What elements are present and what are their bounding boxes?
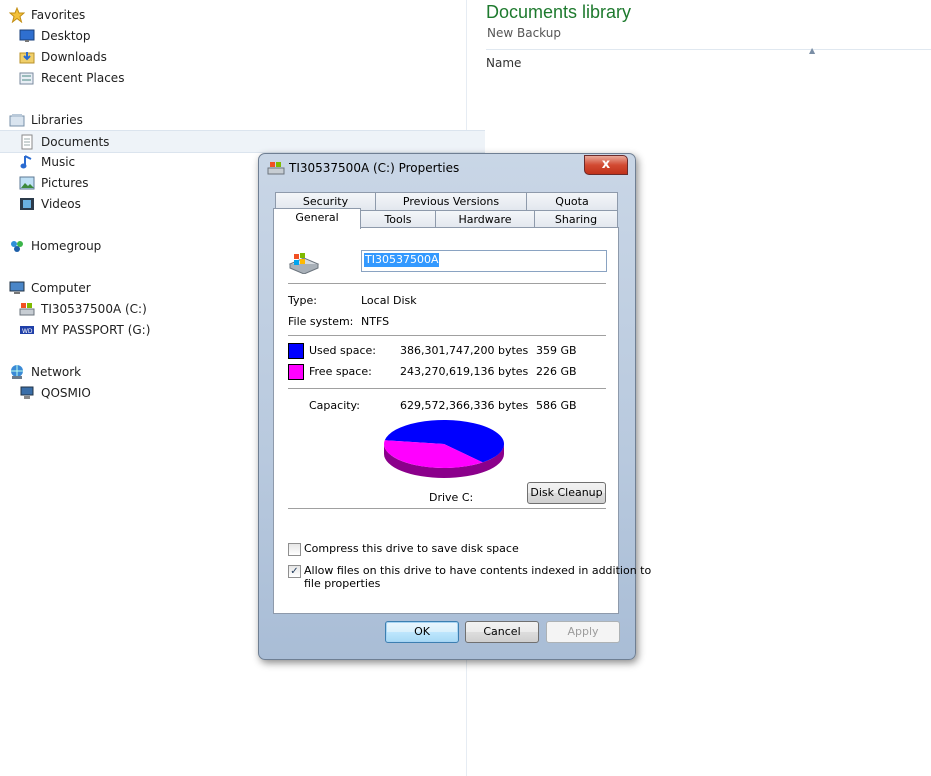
used-space-label: Used space: bbox=[309, 344, 377, 357]
file-system-value: NTFS bbox=[361, 315, 390, 328]
disk-cleanup-button[interactable]: Disk Cleanup bbox=[527, 482, 606, 504]
ok-button[interactable]: OK bbox=[385, 621, 459, 643]
divider bbox=[288, 283, 606, 284]
dialog-title: TI30537500A (C:) Properties bbox=[289, 161, 460, 175]
nav-favorites[interactable]: Favorites bbox=[0, 4, 475, 25]
libraries-icon bbox=[9, 113, 25, 126]
nav-downloads-label: Downloads bbox=[41, 49, 107, 64]
capacity-bytes: 629,572,366,336 bytes bbox=[400, 399, 529, 412]
nav-homegroup-label: Homegroup bbox=[31, 238, 102, 253]
nav-drive-g-label: MY PASSPORT (G:) bbox=[41, 322, 151, 337]
type-value: Local Disk bbox=[361, 294, 417, 307]
nav-desktop[interactable]: Desktop bbox=[0, 25, 485, 46]
videos-icon bbox=[20, 197, 34, 210]
homegroup-icon bbox=[11, 240, 23, 252]
column-header-name[interactable]: Name bbox=[486, 56, 521, 70]
used-space-swatch bbox=[288, 343, 304, 359]
drive-name-value: TI30537500A bbox=[364, 253, 440, 267]
nav-documents-label: Documents bbox=[41, 134, 110, 149]
nav-music-label: Music bbox=[41, 154, 76, 169]
tab-general[interactable]: General bbox=[273, 208, 361, 229]
nav-videos-label: Videos bbox=[41, 196, 81, 211]
computer-icon bbox=[9, 281, 25, 294]
drive-icon bbox=[267, 162, 285, 175]
nav-qosmio-label: QOSMIO bbox=[41, 385, 91, 400]
index-checkbox[interactable]: ✓ bbox=[288, 565, 301, 578]
nav-pictures-label: Pictures bbox=[41, 175, 89, 190]
divider bbox=[288, 335, 606, 336]
disk-usage-pie-chart bbox=[384, 419, 505, 478]
nav-downloads[interactable]: Downloads bbox=[0, 46, 485, 67]
free-space-gb: 226 GB bbox=[536, 365, 577, 378]
library-title: Documents library bbox=[486, 2, 632, 22]
star-icon bbox=[9, 6, 25, 23]
nav-favorites-label: Favorites bbox=[31, 7, 86, 22]
downloads-folder-icon bbox=[19, 51, 35, 63]
network-icon bbox=[11, 364, 23, 379]
nav-libraries-label: Libraries bbox=[31, 112, 83, 127]
svg-text:WD: WD bbox=[22, 328, 33, 335]
nav-recent-places[interactable]: Recent Places bbox=[0, 67, 485, 88]
index-label-line1: Allow files on this drive to have conten… bbox=[304, 564, 652, 577]
drive-icon bbox=[19, 302, 35, 315]
music-icon bbox=[20, 154, 32, 168]
documents-icon bbox=[21, 134, 33, 149]
divider bbox=[288, 388, 606, 389]
close-button[interactable]: x bbox=[584, 155, 628, 175]
nav-computer-label: Computer bbox=[31, 280, 91, 295]
desktop-icon bbox=[19, 29, 35, 42]
drive-icon bbox=[288, 253, 320, 274]
compress-checkbox[interactable] bbox=[288, 543, 301, 556]
free-space-label: Free space: bbox=[309, 365, 372, 378]
pictures-icon bbox=[19, 176, 35, 189]
external-drive-icon: WD bbox=[20, 325, 34, 335]
nav-documents[interactable]: Documents bbox=[0, 130, 485, 153]
properties-dialog: TI30537500A (C:) Properties x Security P… bbox=[258, 153, 651, 660]
tab-sharing[interactable]: Sharing bbox=[534, 210, 618, 228]
header-divider bbox=[486, 49, 931, 50]
free-space-swatch bbox=[288, 364, 304, 380]
nav-network-label: Network bbox=[31, 364, 82, 379]
divider bbox=[288, 508, 606, 509]
used-space-bytes: 386,301,747,200 bytes bbox=[400, 344, 529, 357]
capacity-label: Capacity: bbox=[309, 399, 360, 412]
used-space-gb: 359 GB bbox=[536, 344, 577, 357]
nav-drive-c-label: TI30537500A (C:) bbox=[41, 301, 147, 316]
drive-name-input[interactable]: TI30537500A bbox=[361, 250, 607, 272]
library-subtitle[interactable]: New Backup bbox=[487, 26, 561, 40]
file-system-label: File system: bbox=[288, 315, 354, 328]
tab-quota[interactable]: Quota bbox=[526, 192, 618, 210]
tab-previous-versions[interactable]: Previous Versions bbox=[375, 192, 527, 210]
general-tab-panel: TI30537500A Type: Local Disk File system… bbox=[273, 227, 651, 614]
recent-places-icon bbox=[19, 72, 34, 84]
tab-hardware[interactable]: Hardware bbox=[435, 210, 535, 228]
tab-tools[interactable]: Tools bbox=[360, 210, 436, 228]
apply-button[interactable]: Apply bbox=[546, 621, 620, 643]
nav-desktop-label: Desktop bbox=[41, 28, 91, 43]
compress-label: Compress this drive to save disk space bbox=[304, 542, 519, 555]
network-computer-icon bbox=[20, 386, 34, 399]
nav-recent-places-label: Recent Places bbox=[41, 70, 125, 85]
cancel-button[interactable]: Cancel bbox=[465, 621, 539, 643]
type-label: Type: bbox=[288, 294, 317, 307]
index-label-line2: file properties bbox=[304, 577, 381, 590]
sort-caret-icon: ▲ bbox=[809, 46, 816, 55]
drive-label: Drive C: bbox=[429, 491, 474, 504]
nav-libraries[interactable]: Libraries bbox=[0, 109, 475, 130]
capacity-gb: 586 GB bbox=[536, 399, 577, 412]
free-space-bytes: 243,270,619,136 bytes bbox=[400, 365, 529, 378]
